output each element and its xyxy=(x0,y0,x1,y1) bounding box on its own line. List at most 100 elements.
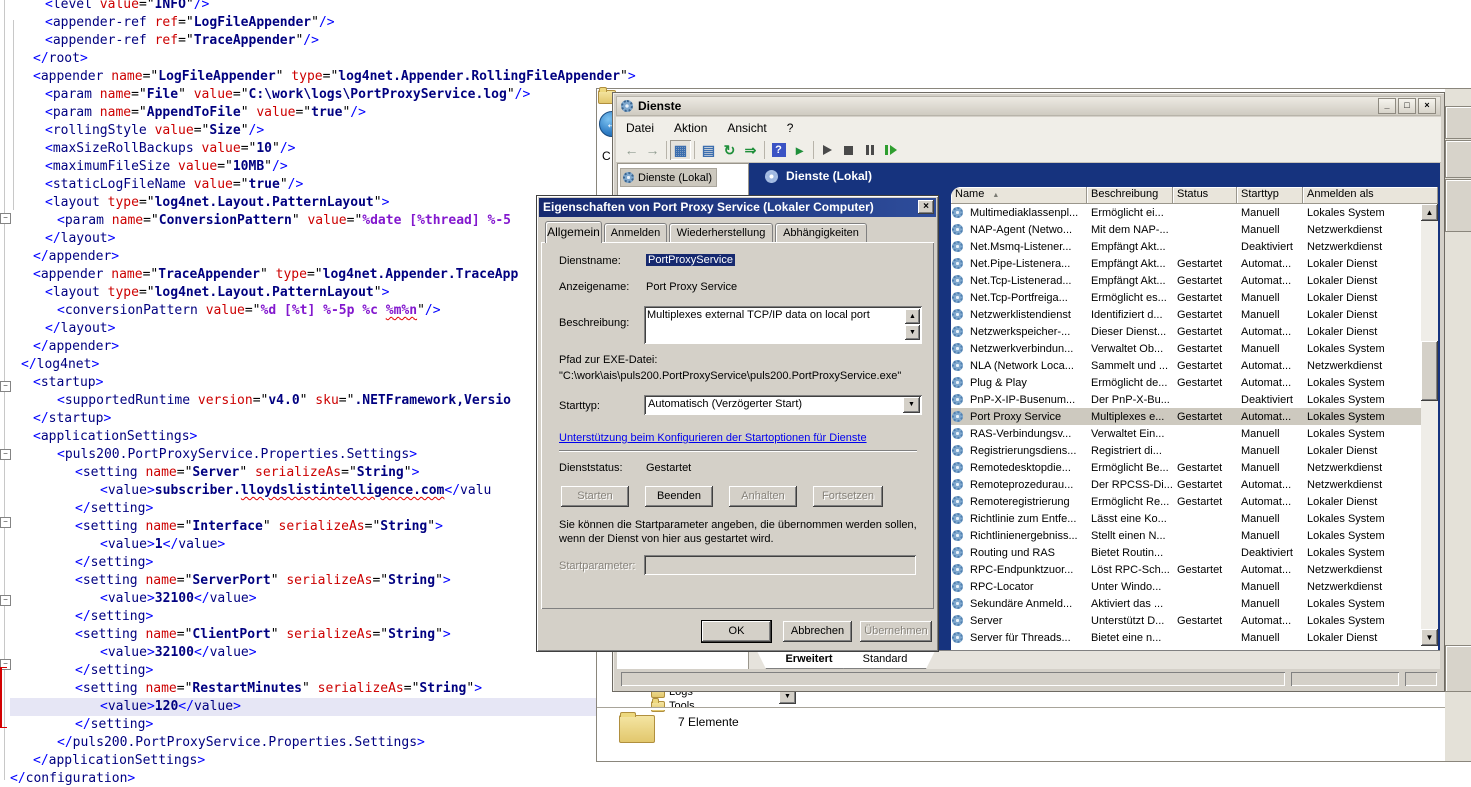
status-cell xyxy=(1405,672,1437,686)
minimize-button[interactable]: _ xyxy=(1378,98,1396,114)
panel-fragment xyxy=(1445,179,1471,232)
extended-view-icon[interactable]: ▸ xyxy=(789,140,810,160)
fold-marker[interactable]: − xyxy=(0,595,11,606)
properties-icon[interactable]: ▤ xyxy=(698,140,719,160)
service-row-nla-network-loca-[interactable]: NLA (Network Loca...Sammelt und ...Gesta… xyxy=(951,357,1421,374)
dienstname-value[interactable]: PortProxyService xyxy=(646,254,735,266)
fold-marker[interactable]: − xyxy=(0,213,11,224)
service-row-remoteprozedurau-[interactable]: Remoteprozedurau...Der RPCSS-Di...Gestar… xyxy=(951,476,1421,493)
column-header-name[interactable]: Name▲ xyxy=(951,187,1087,204)
service-row-remotedesktopdie-[interactable]: Remotedesktopdie...Ermöglicht Be...Gesta… xyxy=(951,459,1421,476)
chevron-down-icon[interactable]: ▼ xyxy=(903,397,920,413)
back-icon[interactable]: ← xyxy=(621,140,642,160)
service-row-rpc-endpunktzuor-[interactable]: RPC-Endpunktzuor...Löst RPC-Sch...Gestar… xyxy=(951,561,1421,578)
service-row-server[interactable]: ServerUnterstützt D...GestartetAutomat..… xyxy=(951,612,1421,629)
toolbar-separator xyxy=(813,141,814,159)
tab-allgemein[interactable]: Allgemein xyxy=(545,221,602,243)
beschreibung-textarea[interactable]: Multiplexes external TCP/IP data on loca… xyxy=(644,306,922,344)
service-row-nap-agent-netwo-[interactable]: NAP-Agent (Netwo...Mit dem NAP-...Manuel… xyxy=(951,221,1421,238)
service-row-net-msmq-listener-[interactable]: Net.Msmq-Listener...Empfängt Akt...Deakt… xyxy=(951,238,1421,255)
tab-wiederherstellung[interactable]: Wiederherstellung xyxy=(669,223,773,242)
service-row-net-tcp-listenerad-[interactable]: Net.Tcp-Listenerad...Empfängt Akt...Gest… xyxy=(951,272,1421,289)
list-scrollbar[interactable]: ▲ ▼ xyxy=(1421,204,1438,646)
column-headers: Name▲BeschreibungStatusStarttypAnmelden … xyxy=(951,187,1438,204)
services-header-icon xyxy=(765,170,778,183)
pause-service-icon[interactable] xyxy=(859,140,880,160)
service-row-routing-und-ras[interactable]: Routing und RASBietet Routin...Deaktivie… xyxy=(951,544,1421,561)
pfad-value: "C:\work\ais\puls200.PortProxyService\pu… xyxy=(559,370,901,382)
scroll-up-button[interactable]: ▲ xyxy=(1421,204,1438,221)
scroll-down-button[interactable]: ▼ xyxy=(1421,629,1438,646)
tab-anmelden[interactable]: Anmelden xyxy=(604,223,667,242)
refresh-icon[interactable]: ↻ xyxy=(719,140,740,160)
service-row-richtlinie-zum-entfe-[interactable]: Richtlinie zum Entfe...Lässt eine Ko...M… xyxy=(951,510,1421,527)
dienstname-label: Dienstname: xyxy=(559,255,621,267)
scroll-thumb[interactable] xyxy=(1421,341,1438,401)
service-row-pnp-x-ip-busenum-[interactable]: PnP-X-IP-Busenum...Der PnP-X-Bu...Deakti… xyxy=(951,391,1421,408)
scroll-down-icon[interactable]: ▼ xyxy=(905,325,920,340)
ok-button[interactable]: OK xyxy=(702,621,771,642)
column-header-starttyp[interactable]: Starttyp xyxy=(1237,187,1303,204)
fold-marker[interactable]: − xyxy=(0,517,11,528)
menu-ansicht[interactable]: Ansicht xyxy=(717,119,776,137)
service-row-netzwerklistendienst[interactable]: NetzwerklistendienstIdentifiziert d...Ge… xyxy=(951,306,1421,323)
service-gear-icon xyxy=(952,207,963,218)
big-folder-icon xyxy=(619,715,655,743)
service-row-server-f-r-threads-[interactable]: Server für Threads...Bietet eine n...Man… xyxy=(951,629,1421,646)
console-tree-icon[interactable]: ▦ xyxy=(670,140,691,160)
service-row-ras-verbindungsv-[interactable]: RAS-Verbindungsv...Verwaltet Ein...Manue… xyxy=(951,425,1421,442)
service-row-sekund-re-anmeld-[interactable]: Sekundäre Anmeld...Aktiviert das ...Manu… xyxy=(951,595,1421,612)
service-gear-icon xyxy=(952,343,963,354)
code-line: </root> xyxy=(10,50,636,68)
startparameter-input[interactable] xyxy=(644,555,916,575)
export-list-icon[interactable]: ⇒ xyxy=(740,140,761,160)
service-row-net-tcp-portfreiga-[interactable]: Net.Tcp-Portfreiga...Ermöglicht es...Ges… xyxy=(951,289,1421,306)
title-bar[interactable]: Dienste _ □ × xyxy=(616,96,1441,116)
forward-icon[interactable]: → xyxy=(642,140,663,160)
menu-help[interactable]: ? xyxy=(777,119,804,137)
close-button[interactable]: × xyxy=(1418,98,1436,114)
fortsetzen-button[interactable]: Fortsetzen xyxy=(813,486,883,507)
service-row-net-pipe-listenera-[interactable]: Net.Pipe-Listenera...Empfängt Akt...Gest… xyxy=(951,255,1421,272)
menu-aktion[interactable]: Aktion xyxy=(664,119,717,137)
column-header-status[interactable]: Status xyxy=(1173,187,1237,204)
service-row-multimediaklassenpl-[interactable]: Multimediaklassenpl...Ermöglicht ei...Ma… xyxy=(951,204,1421,221)
service-row-netzwerkspeicher-[interactable]: Netzwerkspeicher-...Dieser Dienst...Gest… xyxy=(951,323,1421,340)
menu-datei[interactable]: Datei xyxy=(616,119,664,137)
column-header-anmelden-als[interactable]: Anmelden als xyxy=(1303,187,1438,204)
startoptions-help-link[interactable]: Unterstützung beim Konfigurieren der Sta… xyxy=(559,432,867,444)
help-icon[interactable]: ? xyxy=(768,140,789,160)
uebernehmen-button[interactable]: Übernehmen xyxy=(860,621,932,642)
starttyp-combobox[interactable]: Automatisch (Verzögerter Start) ▼ xyxy=(644,395,922,415)
status-bar xyxy=(616,669,1441,688)
restart-service-icon[interactable] xyxy=(880,140,901,160)
service-row-plug-play[interactable]: Plug & PlayErmöglicht de...GestartetAuto… xyxy=(951,374,1421,391)
tab-abhängigkeiten[interactable]: Abhängigkeiten xyxy=(775,223,867,242)
service-row-netzwerkverbindun-[interactable]: Netzwerkverbindun...Verwaltet Ob...Gesta… xyxy=(951,340,1421,357)
anhalten-button[interactable]: Anhalten xyxy=(729,486,797,507)
fold-marker[interactable]: − xyxy=(0,449,11,460)
code-line: <param name="AppendToFile" value="true"/… xyxy=(10,104,636,122)
tree-item-dienste-lokal[interactable]: Dienste (Lokal) xyxy=(620,168,717,187)
service-row-rpc-locator[interactable]: RPC-LocatorUnter Windo...ManuellNetzwerk… xyxy=(951,578,1421,595)
service-row-port-proxy-service[interactable]: Port Proxy ServiceMultiplexes e...Gestar… xyxy=(951,408,1421,425)
fold-marker[interactable]: − xyxy=(0,381,11,392)
service-gear-icon xyxy=(952,258,963,269)
scroll-up-icon[interactable]: ▲ xyxy=(905,309,920,324)
dialog-title: Eigenschaften von Port Proxy Service (Lo… xyxy=(543,200,874,214)
service-row-remoteregistrierung[interactable]: RemoteregistrierungErmöglicht Re...Gesta… xyxy=(951,493,1421,510)
service-row-registrierungsdiens-[interactable]: Registrierungsdiens...Registriert di...M… xyxy=(951,442,1421,459)
column-header-beschreibung[interactable]: Beschreibung xyxy=(1087,187,1173,204)
view-tab-standard[interactable]: Standard xyxy=(835,651,935,669)
beenden-button[interactable]: Beenden xyxy=(645,486,713,507)
service-row-richtlinienergebniss-[interactable]: Richtlinienergebniss...Stellt einen N...… xyxy=(951,527,1421,544)
dropdown-button[interactable]: ▼ xyxy=(779,690,796,704)
stop-service-icon[interactable] xyxy=(838,140,859,160)
starten-button[interactable]: Starten xyxy=(561,486,629,507)
dialog-title-bar[interactable]: Eigenschaften von Port Proxy Service (Lo… xyxy=(539,198,936,217)
maximize-button[interactable]: □ xyxy=(1398,98,1416,114)
close-icon[interactable]: × xyxy=(918,200,934,214)
tree-panel-footer xyxy=(617,651,749,669)
abbrechen-button[interactable]: Abbrechen xyxy=(783,621,852,642)
start-service-icon[interactable] xyxy=(817,140,838,160)
